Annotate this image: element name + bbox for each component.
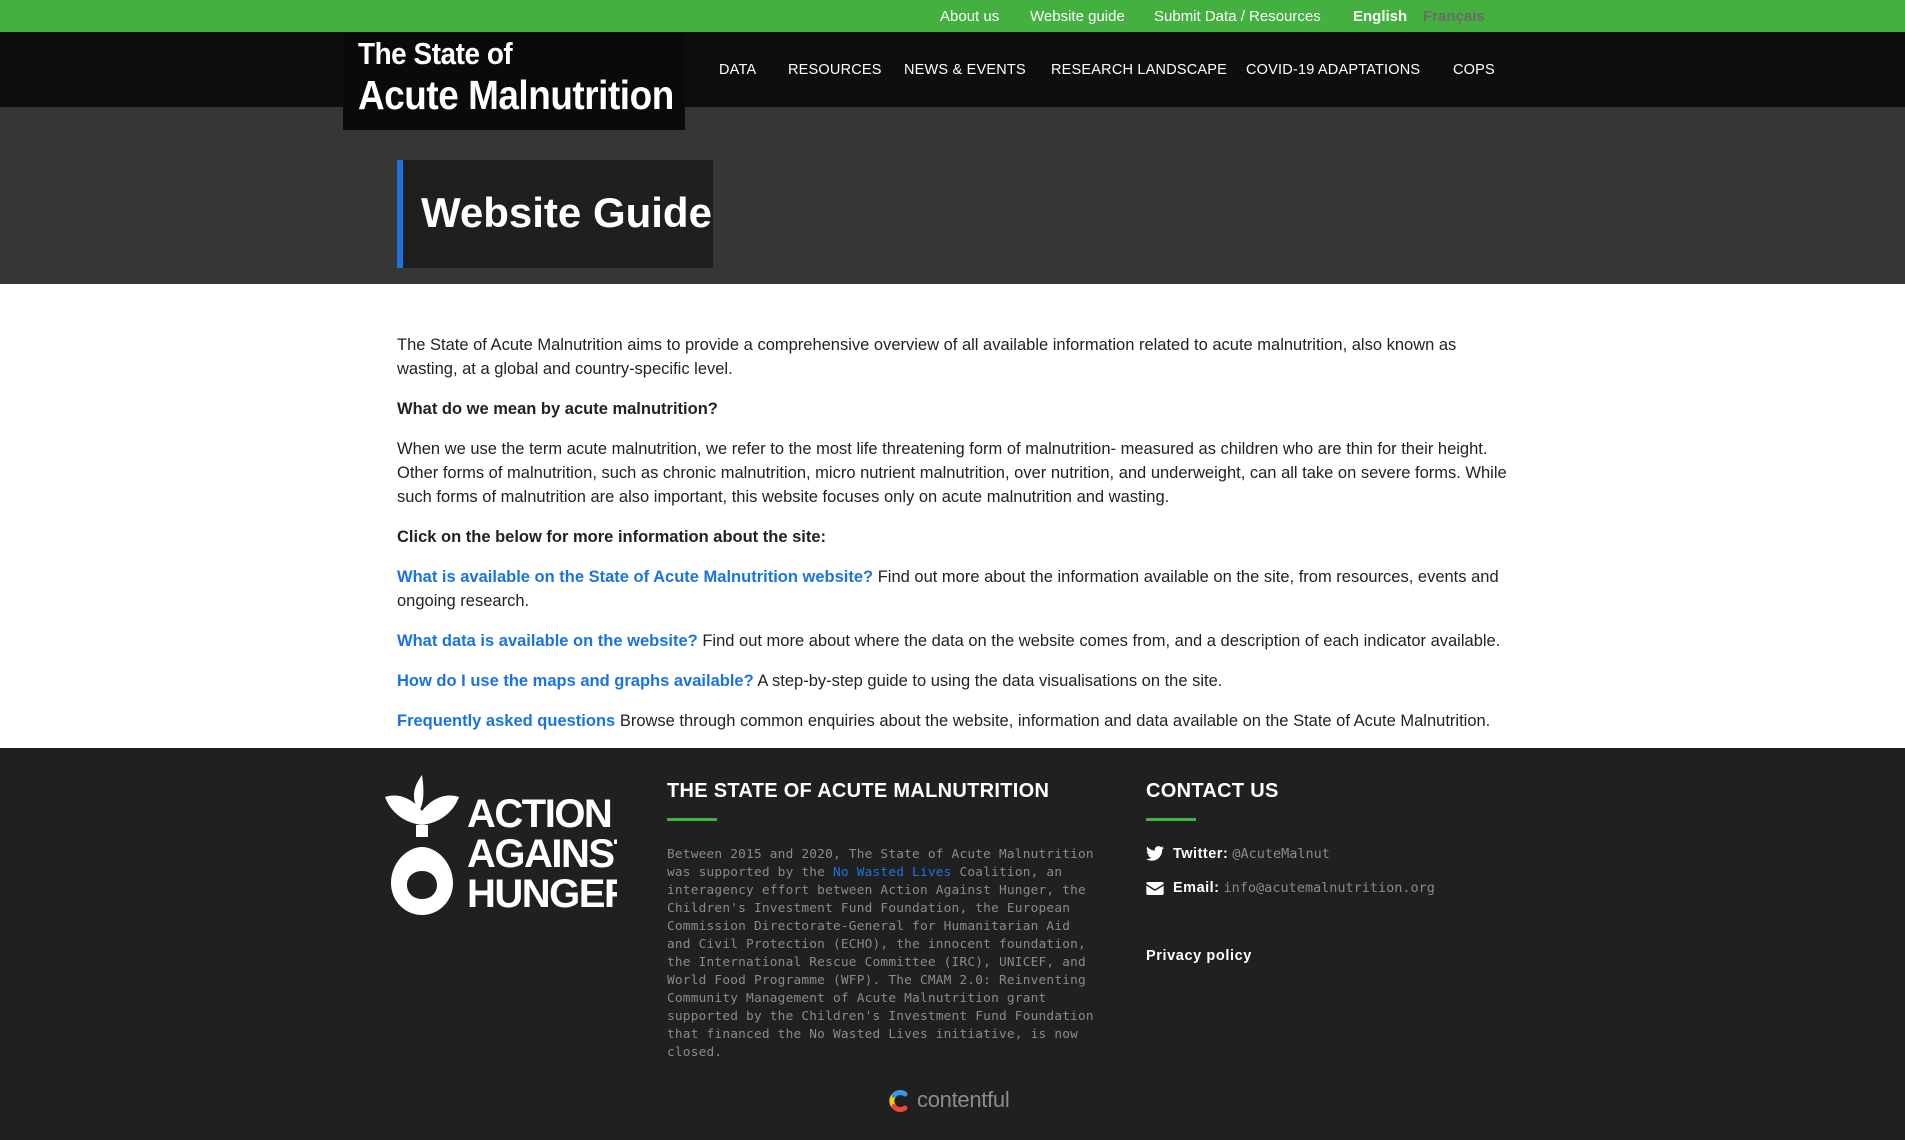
contentful-icon bbox=[889, 1090, 908, 1112]
about-text-part: Coalition, an interagency effort between… bbox=[667, 865, 1094, 1060]
heading-underline bbox=[667, 818, 717, 821]
main-content: The State of Acute Malnutrition aims to … bbox=[397, 333, 1507, 749]
twitter-label: Twitter: bbox=[1173, 846, 1229, 862]
footer-about-heading: THE STATE OF ACUTE MALNUTRITION bbox=[667, 780, 1050, 802]
submit-data-link[interactable]: Submit Data / Resources bbox=[1154, 8, 1321, 25]
page-hero bbox=[0, 107, 1905, 284]
drop-icon bbox=[391, 847, 453, 915]
heading-underline bbox=[1146, 818, 1196, 821]
utility-bar: About us Website guide Submit Data / Res… bbox=[0, 0, 1905, 32]
guide-link-data[interactable]: What data is available on the website? bbox=[397, 632, 698, 650]
logo-line-2: Acute Malnutrition bbox=[358, 72, 674, 118]
language-english[interactable]: English bbox=[1353, 8, 1407, 25]
page-title-box: Website Guide bbox=[397, 160, 713, 268]
guide-desc: A step-by-step guide to using the data v… bbox=[753, 672, 1223, 690]
footer-about-text: Between 2015 and 2020, The State of Acut… bbox=[667, 846, 1097, 1062]
site-logo[interactable]: The State of Acute Malnutrition bbox=[343, 32, 685, 130]
guide-link-available[interactable]: What is available on the State of Acute … bbox=[397, 568, 873, 586]
nav-cops[interactable]: COPS bbox=[1453, 62, 1495, 78]
guide-link-faq[interactable]: Frequently asked questions bbox=[397, 712, 615, 730]
definition-heading: What do we mean by acute malnutrition? bbox=[397, 400, 718, 418]
nav-data[interactable]: DATA bbox=[719, 62, 756, 78]
nav-news-events[interactable]: NEWS & EVENTS bbox=[904, 62, 1026, 78]
action-against-hunger-logo[interactable]: ACTION AGAINST HUNGER bbox=[385, 775, 617, 915]
logo-line-1: The State of bbox=[358, 36, 513, 71]
footer-contact: CONTACT US Twitter: @AcuteMalnut Email: … bbox=[1146, 780, 1476, 900]
definition-paragraph: When we use the term acute malnutrition,… bbox=[397, 440, 1507, 506]
page-title: Website Guide bbox=[421, 189, 712, 236]
guide-item: What data is available on the website? F… bbox=[397, 629, 1507, 653]
footer-about: THE STATE OF ACUTE MALNUTRITION Between … bbox=[667, 780, 1097, 1062]
nav-covid-adaptations[interactable]: COVID-19 ADAPTATIONS bbox=[1246, 62, 1420, 78]
no-wasted-lives-link[interactable]: No Wasted Lives bbox=[833, 865, 952, 880]
contact-heading: CONTACT US bbox=[1146, 780, 1279, 802]
nav-research-landscape[interactable]: RESEARCH LANDSCAPE bbox=[1051, 62, 1227, 78]
guide-link-maps-graphs[interactable]: How do I use the maps and graphs availab… bbox=[397, 672, 754, 690]
envelope-icon bbox=[1146, 882, 1164, 895]
nav-resources[interactable]: RESOURCES bbox=[788, 62, 882, 78]
aah-logo-word-3: HUNGER bbox=[467, 872, 617, 915]
plant-icon bbox=[385, 775, 459, 837]
contentful-wordmark: contentful bbox=[917, 1087, 1010, 1112]
twitter-icon bbox=[1146, 846, 1164, 861]
website-guide-link[interactable]: Website guide bbox=[1030, 8, 1125, 25]
about-us-link[interactable]: About us bbox=[940, 8, 999, 25]
guide-desc: Find out more about where the data on th… bbox=[697, 632, 1501, 650]
contentful-logo[interactable]: contentful bbox=[884, 1085, 1024, 1117]
privacy-policy-link[interactable]: Privacy policy bbox=[1146, 948, 1252, 964]
twitter-row: Twitter: @AcuteMalnut bbox=[1146, 846, 1476, 866]
links-heading: Click on the below for more information … bbox=[397, 528, 827, 546]
guide-desc: Browse through common enquiries about th… bbox=[615, 712, 1491, 730]
aah-logo-word-2: AGAINST bbox=[467, 832, 617, 876]
guide-item: What is available on the State of Acute … bbox=[397, 565, 1507, 613]
aah-logo-word-1: ACTION bbox=[467, 792, 611, 836]
email-address-link[interactable]: info@acutemalnutrition.org bbox=[1224, 880, 1435, 896]
main-nav: DATA RESOURCES NEWS & EVENTS RESEARCH LA… bbox=[0, 32, 1905, 107]
guide-item: How do I use the maps and graphs availab… bbox=[397, 669, 1507, 693]
intro-paragraph: The State of Acute Malnutrition aims to … bbox=[397, 336, 1457, 378]
language-francais[interactable]: Français bbox=[1423, 8, 1485, 25]
email-row: Email: info@acutemalnutrition.org bbox=[1146, 880, 1476, 900]
email-label: Email: bbox=[1173, 880, 1220, 896]
guide-item: Frequently asked questions Browse throug… bbox=[397, 709, 1507, 733]
twitter-handle-link[interactable]: @AcuteMalnut bbox=[1232, 846, 1330, 862]
